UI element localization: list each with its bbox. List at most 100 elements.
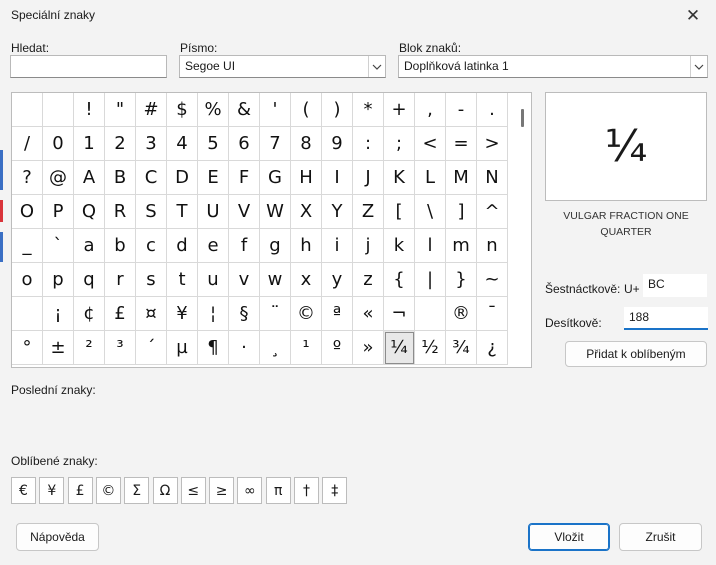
character-cell[interactable]: K <box>384 161 415 195</box>
character-cell[interactable]: a <box>74 229 105 263</box>
favorite-char[interactable]: ¥ <box>39 477 65 504</box>
character-cell[interactable]: C <box>136 161 167 195</box>
decimal-code-field[interactable]: 188 <box>624 307 708 330</box>
character-cell[interactable]: s <box>136 263 167 297</box>
character-cell[interactable]: @ <box>43 161 74 195</box>
character-cell[interactable]: » <box>353 331 384 365</box>
character-cell[interactable]: % <box>198 93 229 127</box>
character-cell[interactable]: v <box>229 263 260 297</box>
character-cell[interactable]: y <box>322 263 353 297</box>
help-button[interactable]: Nápověda <box>16 523 99 551</box>
character-cell[interactable]: | <box>415 263 446 297</box>
search-input[interactable] <box>10 55 167 78</box>
character-cell[interactable]: d <box>167 229 198 263</box>
character-cell[interactable]: ² <box>74 331 105 365</box>
character-cell[interactable]: ] <box>446 195 477 229</box>
character-cell[interactable]: ) <box>322 93 353 127</box>
character-cell[interactable]: k <box>384 229 415 263</box>
favorite-char[interactable]: € <box>11 477 36 504</box>
character-cell[interactable]: P <box>43 195 74 229</box>
favorite-char[interactable]: © <box>95 477 121 504</box>
character-cell[interactable]: , <box>415 93 446 127</box>
character-cell[interactable]: / <box>12 127 43 161</box>
favorite-char[interactable]: ∞ <box>237 477 263 504</box>
character-cell[interactable]: ¨ <box>260 297 291 331</box>
character-cell[interactable]: b <box>105 229 136 263</box>
character-cell[interactable]: X <box>291 195 322 229</box>
character-cell[interactable]: ¤ <box>136 297 167 331</box>
favorite-char[interactable]: π <box>265 477 291 504</box>
character-cell[interactable]: Z <box>353 195 384 229</box>
character-cell[interactable]: ~ <box>477 263 508 297</box>
character-cell[interactable]: c <box>136 229 167 263</box>
character-cell[interactable]: 1 <box>74 127 105 161</box>
character-cell[interactable]: m <box>446 229 477 263</box>
character-cell[interactable]: 8 <box>291 127 322 161</box>
character-cell[interactable]: § <box>229 297 260 331</box>
character-cell[interactable]: - <box>446 93 477 127</box>
character-cell[interactable]: l <box>415 229 446 263</box>
character-cell[interactable]: « <box>353 297 384 331</box>
character-cell[interactable]: ¼ <box>384 331 415 365</box>
chevron-down-icon[interactable] <box>368 56 385 77</box>
character-cell[interactable]: R <box>105 195 136 229</box>
block-select[interactable]: Doplňková latinka 1 <box>398 55 708 78</box>
favorite-char[interactable]: ‡ <box>322 477 348 504</box>
character-cell[interactable]: H <box>291 161 322 195</box>
character-cell[interactable] <box>12 297 43 331</box>
character-cell[interactable]: . <box>477 93 508 127</box>
character-cell[interactable]: A <box>74 161 105 195</box>
character-cell[interactable]: W <box>260 195 291 229</box>
character-cell[interactable]: T <box>167 195 198 229</box>
character-cell[interactable]: \ <box>415 195 446 229</box>
character-cell[interactable]: ± <box>43 331 74 365</box>
character-cell[interactable]: · <box>229 331 260 365</box>
add-favorite-button[interactable]: Přidat k oblíbeným <box>565 341 707 367</box>
character-cell[interactable]: : <box>353 127 384 161</box>
character-cell[interactable]: j <box>353 229 384 263</box>
favorite-char[interactable]: Σ <box>124 477 150 504</box>
character-cell[interactable]: ¾ <box>446 331 477 365</box>
character-cell[interactable]: I <box>322 161 353 195</box>
font-select[interactable]: Segoe UI <box>179 55 386 78</box>
character-cell[interactable]: 6 <box>229 127 260 161</box>
character-cell[interactable]: ! <box>74 93 105 127</box>
character-cell[interactable]: ` <box>43 229 74 263</box>
character-cell[interactable]: ª <box>322 297 353 331</box>
favorite-char[interactable]: Ω <box>152 477 178 504</box>
character-cell[interactable]: D <box>167 161 198 195</box>
cancel-button[interactable]: Zrušit <box>619 523 702 551</box>
character-cell[interactable]: p <box>43 263 74 297</box>
character-cell[interactable]: u <box>198 263 229 297</box>
character-cell[interactable]: V <box>229 195 260 229</box>
character-cell[interactable]: g <box>260 229 291 263</box>
character-cell[interactable]: 5 <box>198 127 229 161</box>
character-cell[interactable]: 4 <box>167 127 198 161</box>
character-cell[interactable]: ½ <box>415 331 446 365</box>
character-cell[interactable]: < <box>415 127 446 161</box>
character-cell[interactable]: ´ <box>136 331 167 365</box>
character-cell[interactable]: ® <box>446 297 477 331</box>
character-cell[interactable] <box>12 93 43 127</box>
character-cell[interactable]: f <box>229 229 260 263</box>
character-cell[interactable]: e <box>198 229 229 263</box>
character-cell[interactable]: _ <box>12 229 43 263</box>
favorite-char[interactable]: £ <box>67 477 93 504</box>
character-cell[interactable]: ¥ <box>167 297 198 331</box>
character-cell[interactable]: i <box>322 229 353 263</box>
character-cell[interactable]: F <box>229 161 260 195</box>
character-cell[interactable]: 2 <box>105 127 136 161</box>
character-cell[interactable] <box>415 297 446 331</box>
character-cell[interactable]: r <box>105 263 136 297</box>
character-cell[interactable]: > <box>477 127 508 161</box>
character-cell[interactable]: º <box>322 331 353 365</box>
character-grid[interactable]: ! " # $% & '() * +, -. /0 1 2 3 4 5 6 7 8 9:; < = >? @ A B C D E F G H… <box>11 92 532 368</box>
character-cell[interactable]: * <box>353 93 384 127</box>
character-cell[interactable]: ¸ <box>260 331 291 365</box>
character-cell[interactable]: U <box>198 195 229 229</box>
close-button[interactable]: ✕ <box>670 0 716 32</box>
character-cell[interactable]: ^ <box>477 195 508 229</box>
character-cell[interactable]: ( <box>291 93 322 127</box>
character-cell[interactable]: L <box>415 161 446 195</box>
character-cell[interactable]: ¬ <box>384 297 415 331</box>
